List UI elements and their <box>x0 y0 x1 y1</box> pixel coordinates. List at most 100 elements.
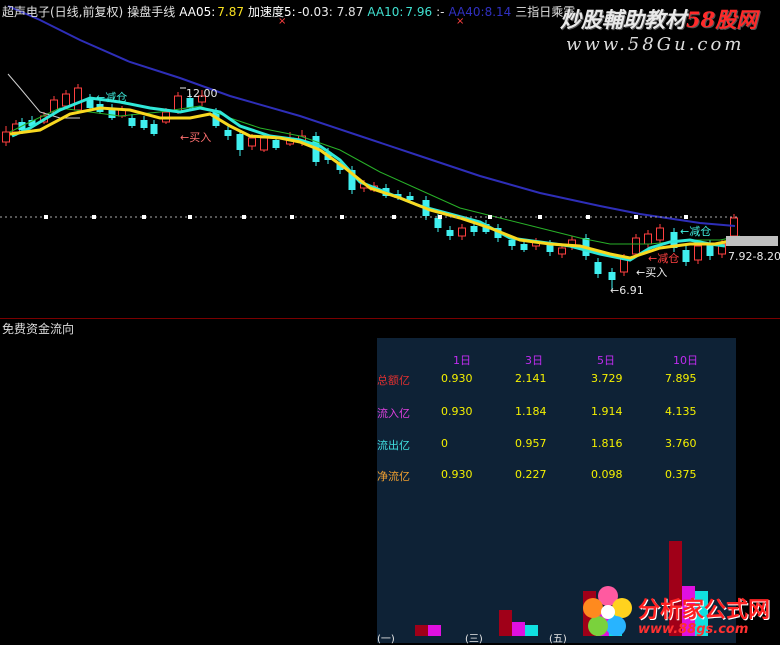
net-5d: 0.098 <box>591 468 623 481</box>
col-header-3: 3日 <box>525 354 543 367</box>
level-dot <box>586 215 590 219</box>
bar-inflow <box>512 621 525 636</box>
annotation-low: ←6.91 <box>610 284 644 297</box>
out-10d: 3.760 <box>665 437 697 450</box>
ma-cyan-line <box>11 96 726 262</box>
candle-body <box>694 245 702 261</box>
in-3d: 1.184 <box>515 405 547 418</box>
candle-body <box>682 250 690 262</box>
in-5d: 1.914 <box>591 405 623 418</box>
net-3d: 0.227 <box>515 468 547 481</box>
annotation-reduce1: ←减仓 <box>96 90 127 104</box>
candle-body <box>508 240 516 246</box>
level-dot <box>290 215 294 219</box>
candle-body <box>520 244 528 250</box>
level-dot <box>340 215 344 219</box>
candle-body <box>656 227 664 241</box>
bar-total <box>415 624 428 636</box>
net-1d: 0.930 <box>441 468 473 481</box>
annotation-buy1: ←买入 <box>180 131 211 144</box>
level-dot <box>44 215 48 219</box>
level-dot <box>634 215 638 219</box>
in-10d: 4.135 <box>665 405 697 418</box>
price-tag <box>726 236 778 246</box>
level-dot <box>242 215 246 219</box>
level-dot <box>538 215 542 219</box>
bar-inflow <box>428 624 441 636</box>
annotation-high: 12.00 <box>186 87 218 100</box>
aa05-value: 7.87 <box>217 5 244 19</box>
candle-body <box>260 137 268 151</box>
candle-body <box>594 262 602 274</box>
candle-body <box>272 140 280 148</box>
total-1d: 0.930 <box>441 372 473 385</box>
watermark-88gs: 分析家公式网 www.88gs.com <box>578 580 778 643</box>
out-1d: 0 <box>441 437 448 450</box>
flower-logo-icon <box>583 586 632 636</box>
ma-green-line <box>9 105 741 245</box>
candle-body <box>470 226 478 232</box>
annotation-range: 7.92-8.20 <box>728 250 780 263</box>
speed-label: 加速度5: <box>248 5 296 19</box>
candle-body <box>74 87 82 111</box>
speed-value: -0.03 <box>297 5 329 19</box>
candle-body <box>2 131 10 143</box>
level-dot <box>488 215 492 219</box>
total-10d: 7.895 <box>665 372 697 385</box>
candle-body <box>446 230 454 236</box>
level-dot <box>188 215 192 219</box>
out-3d: 0.957 <box>515 437 547 450</box>
watermark-58gu: 炒股輔助教材58股网 <box>560 7 758 32</box>
level-dot <box>142 215 146 219</box>
candle-body <box>128 118 136 126</box>
candle-body <box>608 272 616 280</box>
level-dot <box>392 215 396 219</box>
candle-body <box>140 120 148 128</box>
aa05-label: AA05: <box>179 5 216 19</box>
row-label-net: 净流亿 <box>377 470 410 483</box>
in-1d: 0.930 <box>441 405 473 418</box>
out-5d: 1.816 <box>591 437 623 450</box>
level-dot <box>438 215 442 219</box>
watermark-58gu-url: www.58Gu.com <box>566 34 745 55</box>
indicator-name: 操盘手线 <box>127 5 176 19</box>
annotation-reduce3: ←减仓 <box>648 251 679 265</box>
aa10-label: AA10: <box>367 5 404 19</box>
flow-panel-title: 免费资金流向 <box>2 322 75 336</box>
level-dot <box>92 215 96 219</box>
candle-body <box>224 130 232 136</box>
candle-body <box>458 227 466 237</box>
annotation-buy2: ←买入 <box>636 266 667 279</box>
candle-body <box>434 218 442 228</box>
sep: :- <box>436 5 445 19</box>
col-header-5: 5日 <box>597 354 615 367</box>
level-dot <box>684 215 688 219</box>
stock-name: 超声电子(日线,前复权) <box>2 5 124 19</box>
aa10-value: 7.96 <box>405 5 433 19</box>
col-header-1: 1日 <box>453 354 471 367</box>
candle-body <box>644 233 652 245</box>
candle-body <box>632 237 640 255</box>
speed-extra: : 7.87 <box>328 5 364 19</box>
candle-body <box>150 124 158 134</box>
indicator-header: 超声电子(日线,前复权) 操盘手线 AA05: 7.87 加速度5: -0.03: 7.8… <box>2 3 579 20</box>
ma-yellow-line <box>9 106 736 260</box>
net-10d: 0.375 <box>665 468 697 481</box>
bar-total <box>499 610 512 636</box>
panel-divider <box>0 318 780 319</box>
annotation-reduce2: ←减仓 <box>680 224 711 238</box>
row-label-out: 流出亿 <box>377 439 410 452</box>
candle-body <box>558 247 566 255</box>
col-header-10: 10日 <box>673 354 698 367</box>
candle-body <box>62 93 70 107</box>
candle-body <box>406 196 414 200</box>
total-3d: 2.141 <box>515 372 547 385</box>
total-5d: 3.729 <box>591 372 623 385</box>
candle-body <box>236 134 244 150</box>
candle-body <box>248 137 256 147</box>
row-label-in: 流入亿 <box>377 407 410 420</box>
row-label-total: 总额亿 <box>377 374 410 387</box>
candle-body <box>730 217 738 237</box>
bar-outflow <box>525 624 538 636</box>
aa40-label: AA40:8.14 <box>448 5 512 19</box>
